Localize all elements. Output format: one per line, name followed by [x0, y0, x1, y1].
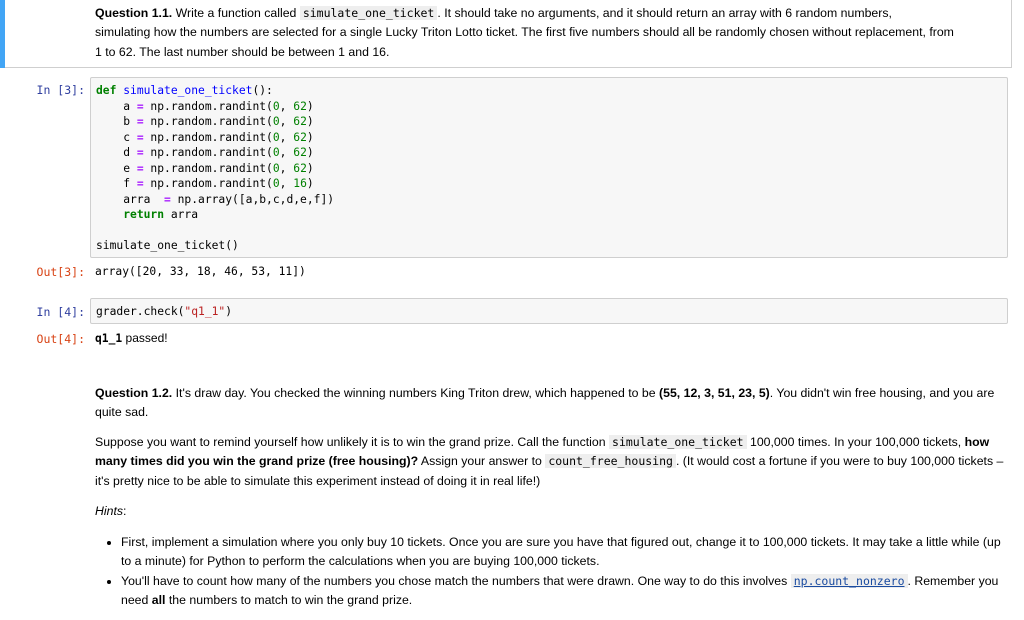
cell-output-3: array([20, 33, 18, 46, 53, 11]): [95, 265, 306, 278]
text-span: You'll have to count how many of the num…: [121, 573, 791, 588]
list-item: You'll have to count how many of the num…: [121, 572, 1005, 611]
input-prompt: In [3]:: [36, 83, 85, 97]
question-1-2-intro: Question 1.2. It's draw day. You checked…: [95, 384, 1005, 423]
hints-heading: Hints:: [95, 502, 1005, 521]
text-span: :: [123, 504, 127, 518]
question-label: Question 1.1.: [95, 6, 173, 20]
text-span: It's draw day. You checked the winning n…: [172, 386, 660, 400]
code-editor[interactable]: grader.check("q1_1"): [96, 304, 232, 320]
question-label: Question 1.2.: [95, 386, 173, 400]
code-editor[interactable]: def simulate_one_ticket(): a = np.random…: [96, 83, 334, 254]
output-prompt: Out[3]:: [36, 265, 85, 279]
text-span: Suppose you want to remind yourself how …: [95, 435, 610, 449]
question-1-2-body: Suppose you want to remind yourself how …: [95, 433, 1005, 491]
text-span: Write a function called: [172, 6, 300, 20]
inline-code: count_free_housing: [545, 454, 676, 469]
cell-output-4: q1_1 passed!: [95, 331, 168, 345]
inline-code: simulate_one_ticket: [609, 435, 747, 449]
text-span: the numbers to match to win the grand pr…: [165, 592, 413, 607]
question-1-1-text: Question 1.1. Write a function called si…: [95, 4, 1005, 62]
cell-selection-indicator: [0, 0, 5, 68]
code-cell-input-3[interactable]: def simulate_one_ticket(): a = np.random…: [90, 77, 1008, 258]
inline-code-link[interactable]: np.count_nonzero: [790, 573, 908, 588]
text-span: 1 to 62. The last number should be betwe…: [95, 44, 390, 59]
bold-text: all: [151, 592, 166, 607]
input-prompt: In [4]:: [36, 305, 85, 319]
inline-code: simulate_one_ticket: [299, 6, 438, 20]
text-span: First, implement a simulation where you …: [121, 535, 1001, 569]
output-prompt: Out[4]:: [36, 332, 85, 346]
output-text: passed!: [122, 331, 168, 345]
winning-numbers: (55, 12, 3, 51, 23, 5): [659, 386, 770, 400]
hints-label: Hints: [95, 504, 124, 518]
hints-list: First, implement a simulation where you …: [95, 533, 1005, 610]
code-cell-input-4[interactable]: grader.check("q1_1"): [90, 298, 1008, 324]
output-code: q1_1: [95, 332, 123, 345]
text-span: 100,000 times. In your 100,000 tickets,: [746, 435, 965, 449]
text-span: simulating how the numbers are selected …: [95, 25, 954, 40]
list-item: First, implement a simulation where you …: [121, 533, 1005, 572]
text-span: . It should take no arguments, and it sh…: [437, 6, 892, 20]
text-span: Assign your answer to: [418, 454, 546, 469]
